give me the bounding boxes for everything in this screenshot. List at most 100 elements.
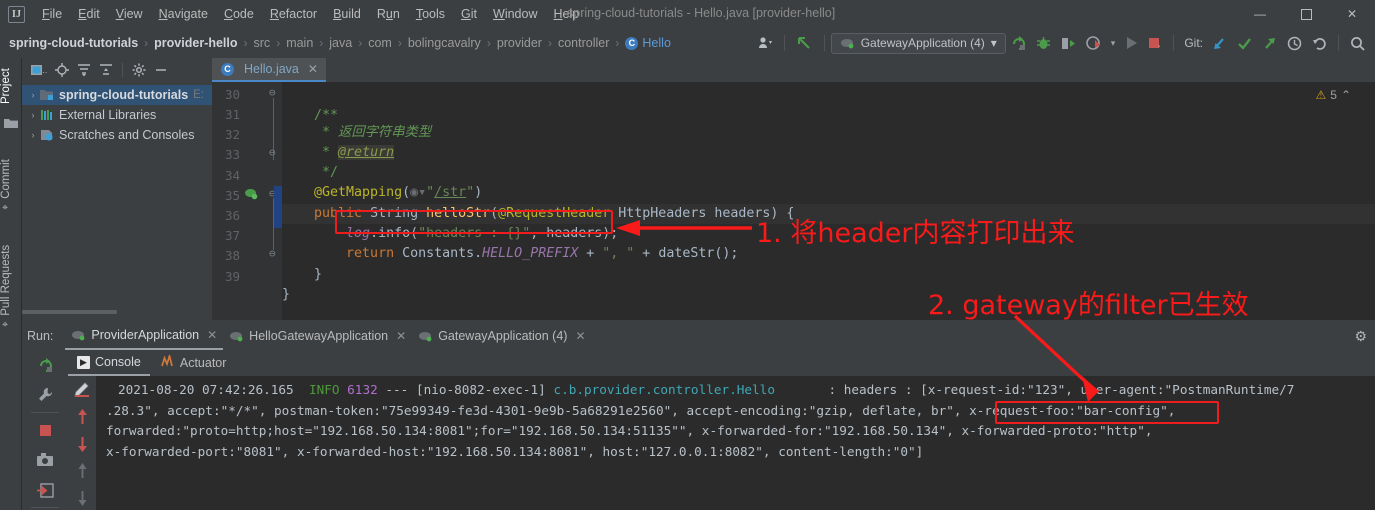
stop-icon[interactable] xyxy=(22,415,68,445)
project-tool-window: ⋯▾ › spri xyxy=(22,58,212,320)
maximize-button[interactable] xyxy=(1283,0,1329,28)
breadcrumb-file[interactable]: Hello xyxy=(642,36,671,50)
rerun-icon[interactable] xyxy=(22,350,68,380)
sidebar-tab-pull-requests[interactable]: ⌖ Pull Requests xyxy=(0,235,12,339)
run-dropdown-icon[interactable]: ▾ xyxy=(1106,28,1121,58)
console-tab-bar: ▶ Console Actuator xyxy=(68,350,235,376)
view-mode-icon[interactable]: ⋯▾ xyxy=(28,62,50,79)
left-tool-strip: Project ⌖ Commit ⌖ Pull Requests xyxy=(0,58,22,510)
chevron-right-icon[interactable]: › xyxy=(26,110,40,120)
git-update-icon[interactable] xyxy=(1207,28,1232,58)
locate-icon[interactable] xyxy=(52,61,72,79)
git-push-icon[interactable] xyxy=(1257,28,1282,58)
folder-icon[interactable] xyxy=(0,114,22,135)
tree-item-external-libraries[interactable]: › External Libraries xyxy=(22,105,212,125)
menu-item-code[interactable]: Code xyxy=(216,4,262,24)
breadcrumb-separator: › xyxy=(486,36,491,50)
breadcrumb-item-3[interactable]: main xyxy=(286,36,313,50)
sidebar-tab-project[interactable]: Project xyxy=(0,58,12,114)
fold-toggle-icon[interactable]: ⊖ xyxy=(269,146,276,159)
wrench-icon[interactable] xyxy=(22,380,68,410)
soft-wrap-icon[interactable] xyxy=(68,376,96,403)
close-icon[interactable]: ✕ xyxy=(575,329,585,343)
collapse-icon[interactable]: ⌃ xyxy=(1341,88,1351,102)
run-tab-gateway-application[interactable]: GatewayApplication (4) ✕ xyxy=(412,323,591,350)
menu-item-view[interactable]: View xyxy=(108,4,151,24)
undo-icon[interactable] xyxy=(1307,28,1332,58)
breadcrumb-item-8[interactable]: controller xyxy=(558,36,609,50)
breadcrumb-item-7[interactable]: provider xyxy=(497,36,542,50)
menu-item-window[interactable]: Window xyxy=(485,4,545,24)
git-commit-icon[interactable] xyxy=(1232,28,1257,58)
profile-icon[interactable] xyxy=(753,28,778,58)
run-button[interactable] xyxy=(1120,28,1143,58)
down-arrow-icon[interactable] xyxy=(68,430,96,457)
up-arrow-icon[interactable] xyxy=(68,403,96,430)
tree-item-path: E: xyxy=(193,89,205,101)
console-output[interactable]: 2021-08-20 07:42:26.165 INFO 6132 --- [n… xyxy=(96,376,1375,510)
menu-item-git[interactable]: Git xyxy=(453,4,485,24)
rerun-icon[interactable] xyxy=(1006,28,1031,58)
run-gutter-icon[interactable] xyxy=(244,187,258,204)
chevron-right-icon[interactable]: › xyxy=(26,90,40,100)
close-icon[interactable]: ✕ xyxy=(396,329,406,343)
editor-tab-hello-java[interactable]: C Hello.java ✕ xyxy=(212,58,326,82)
line-number: 37 xyxy=(224,228,240,243)
gear-icon[interactable]: ⚙ xyxy=(1354,328,1367,345)
menu-item-tools[interactable]: Tools xyxy=(408,4,453,24)
breadcrumb-separator: › xyxy=(319,36,324,50)
toolbar-divider xyxy=(1338,35,1339,51)
line-number: 30 xyxy=(224,87,240,102)
settings-icon[interactable] xyxy=(129,61,149,79)
close-icon[interactable]: ✕ xyxy=(207,328,217,342)
tab-actuator[interactable]: Actuator xyxy=(152,351,236,376)
tree-item-project-root[interactable]: › spring-cloud-tutorials E: xyxy=(22,85,212,105)
minimize-button[interactable]: — xyxy=(1237,0,1283,28)
menu-item-refactor[interactable]: Refactor xyxy=(262,4,325,24)
prev-arrow-icon[interactable] xyxy=(68,457,96,484)
chevron-right-icon[interactable]: › xyxy=(26,130,40,140)
annotation-1-text: 1. 将header内容打印出来 xyxy=(756,218,1075,249)
collapse-all-icon[interactable] xyxy=(96,61,116,79)
inspection-status[interactable]: ⚠ 5 ⌃ xyxy=(1315,88,1351,102)
console-logger: c.b.provider.controller.Hello xyxy=(553,382,775,397)
breadcrumb-item-5[interactable]: com xyxy=(368,36,392,50)
hide-icon[interactable] xyxy=(151,61,171,79)
close-icon[interactable]: ✕ xyxy=(308,62,318,76)
sidebar-tab-commit[interactable]: ⌖ Commit xyxy=(0,149,12,223)
project-horizontal-scrollbar[interactable] xyxy=(22,310,117,314)
close-button[interactable]: ✕ xyxy=(1329,0,1375,28)
export-icon[interactable] xyxy=(22,475,68,505)
next-arrow-icon[interactable] xyxy=(68,484,96,510)
run-tab-provider-application[interactable]: ProviderApplication ✕ xyxy=(65,323,224,350)
tab-console[interactable]: ▶ Console xyxy=(68,351,150,376)
breadcrumb-item-1[interactable]: provider-hello xyxy=(154,36,237,50)
menu-item-build[interactable]: Build xyxy=(325,4,369,24)
editor-gutter[interactable]: 30 31 32 33 34 35 36 37 38 39 ⊖ ⊖ ⊖ ⊖ xyxy=(212,82,282,320)
run-tab-hello-gateway-application[interactable]: HelloGatewayApplication ✕ xyxy=(223,323,412,350)
coverage-icon[interactable] xyxy=(1056,28,1081,58)
tree-item-scratches[interactable]: › Scratches and Consoles xyxy=(22,125,212,145)
fold-toggle-icon[interactable]: ⊖ xyxy=(269,86,276,99)
camera-icon[interactable] xyxy=(22,445,68,475)
tree-item-label: Scratches and Consoles xyxy=(59,128,195,142)
run-tab-label: GatewayApplication (4) xyxy=(438,329,568,343)
search-icon[interactable] xyxy=(1345,28,1375,58)
debug-icon[interactable] xyxy=(1031,28,1056,58)
back-arrow-icon[interactable] xyxy=(791,28,818,58)
breadcrumb-item-2[interactable]: src xyxy=(254,36,271,50)
expand-all-icon[interactable] xyxy=(74,61,94,79)
menu-item-navigate[interactable]: Navigate xyxy=(151,4,216,24)
menu-item-run[interactable]: Run xyxy=(369,4,408,24)
menu-item-file[interactable]: File xyxy=(34,4,70,24)
stop-button[interactable]: › xyxy=(1143,28,1167,58)
menu-item-edit[interactable]: Edit xyxy=(70,4,108,24)
breadcrumb-item-0[interactable]: spring-cloud-tutorials xyxy=(9,36,138,50)
breadcrumb-item-6[interactable]: bolingcavalry xyxy=(408,36,481,50)
breadcrumb-item-4[interactable]: java xyxy=(329,36,352,50)
profiler-icon[interactable] xyxy=(1081,28,1106,58)
editor-tab-bar: C Hello.java ✕ xyxy=(212,58,1375,82)
history-icon[interactable] xyxy=(1282,28,1307,58)
fold-toggle-icon[interactable]: ⊖ xyxy=(269,247,276,260)
run-configuration-selector[interactable]: GatewayApplication (4) ▾ xyxy=(830,32,1006,54)
